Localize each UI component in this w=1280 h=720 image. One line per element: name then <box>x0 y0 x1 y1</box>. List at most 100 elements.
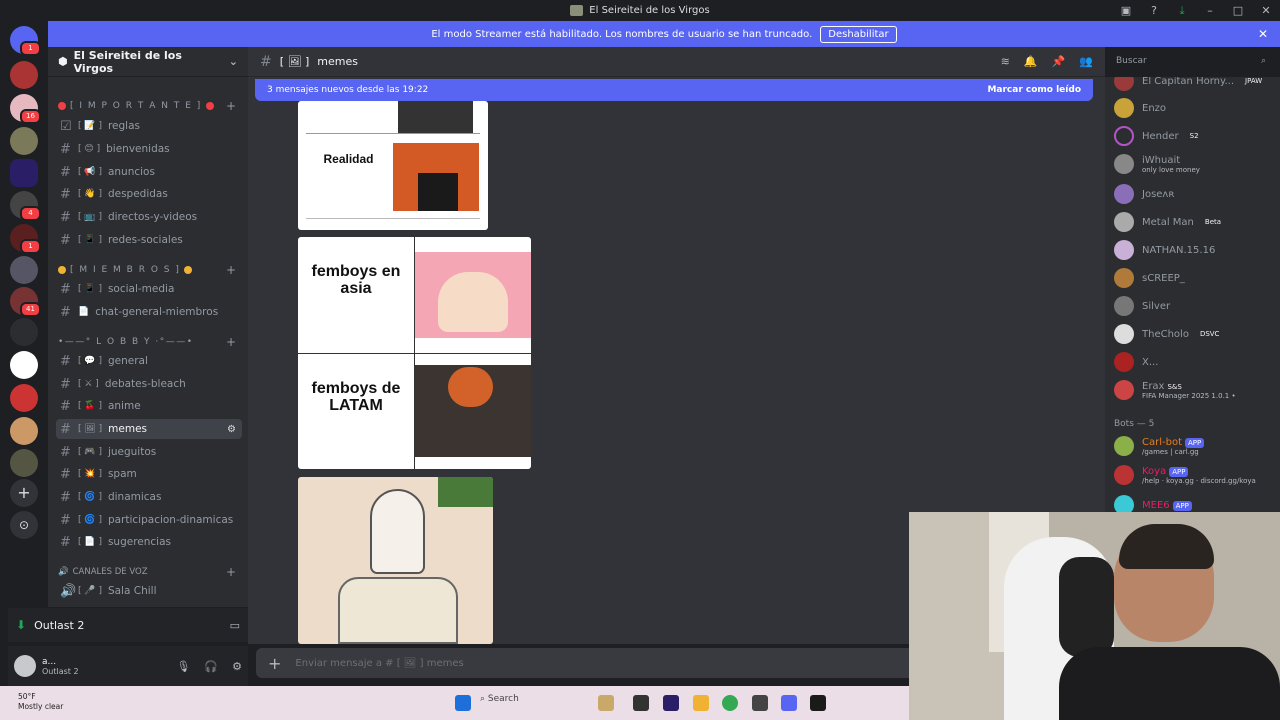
channel-social-media[interactable]: #[ 📱 ] social-media <box>56 279 242 299</box>
avatar[interactable] <box>14 655 36 677</box>
member-item[interactable]: Enzo <box>1114 98 1166 118</box>
minimize-button[interactable]: – <box>1196 4 1224 17</box>
weather-widget[interactable]: 50°F Mostly clear <box>18 692 63 712</box>
server-icon[interactable]: 16 <box>10 94 41 124</box>
screen-share-icon[interactable]: ▭ <box>230 619 240 632</box>
channel-directos-y-videos[interactable]: #[ 📺 ] directos-y-videos <box>56 207 242 227</box>
search-input[interactable]: Buscar ⌕ <box>1110 53 1272 71</box>
banner-text: El modo Streamer está habilitado. Los no… <box>431 28 813 40</box>
members-icon[interactable]: 👥 <box>1079 55 1093 68</box>
channel-dinamicas[interactable]: #[ 🌀 ] dinamicas <box>56 487 242 507</box>
channel-bienvenidas[interactable]: #[ 😊 ] bienvenidas <box>56 139 242 159</box>
channel-spam[interactable]: #[ 💥 ] spam <box>56 464 242 484</box>
inbox-icon[interactable]: ▣ <box>1112 4 1140 17</box>
server-header[interactable]: ⬢ El Seireitei de los Virgos ⌄ <box>48 47 248 77</box>
chrome-icon[interactable] <box>722 695 738 711</box>
member-item[interactable]: sCREEP_ <box>1114 268 1185 288</box>
category-miembros[interactable]: [ M I E M B R O S ] + <box>58 263 236 277</box>
channel-memes[interactable]: #[ 🖼 ] memes ⚙ <box>56 419 242 439</box>
meme-image[interactable]: femboys en asia femboys de LATAM <box>298 237 531 469</box>
category-importante[interactable]: [ I M P O R T A N T E ] + <box>58 99 236 113</box>
discover-icon[interactable]: ⊙ <box>10 511 38 539</box>
add-channel-icon[interactable]: + <box>226 565 236 579</box>
microphone-icon[interactable]: 🎙 <box>176 660 190 673</box>
close-icon[interactable]: ✕ <box>1258 27 1268 41</box>
channel-chat-general-miembros[interactable]: # 📄 chat-general-miembros <box>56 302 242 322</box>
gear-icon[interactable]: ⚙ <box>232 660 242 673</box>
threads-icon[interactable]: ≋ <box>1001 55 1010 68</box>
server-icon[interactable]: 4 <box>10 191 41 221</box>
add-channel-icon[interactable]: + <box>226 99 236 113</box>
channel-debates-bleach[interactable]: #[ ⚔ ] debates-bleach <box>56 374 242 394</box>
category-lobby[interactable]: •——° L O B B Y ·°——• + <box>58 335 236 349</box>
game-icon[interactable] <box>810 695 826 711</box>
member-item[interactable]: El Capitan Horny... JPAW <box>1114 77 1262 91</box>
server-icon[interactable] <box>10 61 38 89</box>
headphones-icon[interactable]: 🎧 <box>204 660 218 673</box>
channel-redes-sociales[interactable]: #[ 📱 ] redes-sociales <box>56 230 242 250</box>
server-icon[interactable] <box>10 318 38 346</box>
server-icon[interactable] <box>10 256 38 284</box>
bell-icon[interactable]: 🔔 <box>1024 55 1038 68</box>
server-icon[interactable] <box>10 384 38 412</box>
discord-home-icon[interactable]: 1 <box>10 26 41 56</box>
channel-anuncios[interactable]: #[ 📢 ] anuncios <box>56 162 242 182</box>
member-item[interactable]: Silver <box>1114 296 1170 316</box>
add-server-icon[interactable]: + <box>10 479 38 507</box>
member-item[interactable]: NATHAN.15.16 <box>1114 240 1215 260</box>
member-item[interactable]: Erax S&S FIFA Manager 2025 1.0.1 • <box>1114 380 1236 400</box>
download-icon[interactable]: ⤓ <box>1168 4 1196 18</box>
disable-streamer-button[interactable]: Deshabilitar <box>820 25 897 43</box>
channel-reglas[interactable]: ☑[ 📝 ] reglas <box>56 116 242 136</box>
task-view-icon[interactable] <box>633 695 649 711</box>
obs-icon[interactable] <box>752 695 768 711</box>
voice-channel-sala-chill[interactable]: 🔊[ 🎤 ] Sala Chill <box>56 581 242 601</box>
member-item[interactable]: TheCholo DSVC <box>1114 324 1219 344</box>
member-item[interactable]: Joseʌʀ <box>1114 184 1174 204</box>
hash-icon: # <box>60 534 71 550</box>
bot-item[interactable]: Carl-bot APP/games | carl.gg <box>1114 436 1205 456</box>
help-icon[interactable]: ? <box>1140 4 1168 17</box>
meme-caption-top: femboys en asia <box>311 263 401 297</box>
server-icon[interactable]: 41 <box>10 287 41 317</box>
server-icon[interactable] <box>10 159 38 187</box>
taskbar-search[interactable]: ⌕ Search <box>480 694 519 704</box>
member-item[interactable]: X... <box>1114 352 1158 372</box>
member-item[interactable]: Metal Man Beta <box>1114 212 1221 232</box>
search-icon: ⌕ <box>480 694 488 704</box>
mark-as-read-button[interactable]: Marcar como leído <box>987 85 1081 95</box>
hash-icon: # <box>60 353 71 369</box>
channel-despedidas[interactable]: #[ 👋 ] despedidas <box>56 184 242 204</box>
member-item[interactable]: Hender S2 <box>1114 126 1199 146</box>
pin-icon[interactable]: 📌 <box>1052 55 1066 68</box>
meme-image[interactable]: Realidad <box>298 101 488 230</box>
server-icon[interactable]: 1 <box>10 224 41 254</box>
server-icon[interactable] <box>10 417 38 445</box>
new-messages-bar[interactable]: 3 mensajes nuevos desde las 19:22 Marcar… <box>255 79 1093 101</box>
maximize-button[interactable]: □ <box>1224 4 1252 17</box>
server-icon[interactable] <box>10 351 38 379</box>
widget-icon[interactable] <box>598 695 614 711</box>
meme-caption: Realidad <box>323 152 374 166</box>
channel-general[interactable]: #[ 💬 ] general <box>56 351 242 371</box>
add-channel-icon[interactable]: + <box>226 335 236 349</box>
bot-item[interactable]: Koya APP/help · koya.gg · discord.gg/koya <box>1114 465 1256 485</box>
meme-image[interactable] <box>298 477 493 644</box>
add-channel-icon[interactable]: + <box>226 263 236 277</box>
premiere-icon[interactable] <box>663 695 679 711</box>
bot-item[interactable]: MEE6 APP <box>1114 495 1192 512</box>
discord-icon[interactable] <box>781 695 797 711</box>
close-window-button[interactable]: ✕ <box>1252 4 1280 17</box>
server-icon[interactable] <box>10 449 38 477</box>
start-icon[interactable] <box>455 695 471 711</box>
channel-jueguitos[interactable]: #[ 🎮 ] jueguitos <box>56 442 242 462</box>
category-canales-de-voz[interactable]: 🔊 CANALES DE VOZ + <box>58 565 236 579</box>
add-attachment-icon[interactable]: + <box>268 654 281 673</box>
channel-settings-icon[interactable]: ⚙ <box>227 424 236 435</box>
channel-participacion-dinamicas[interactable]: #[ 🌀 ] participacion-dinamicas <box>56 510 242 530</box>
channel-sugerencias[interactable]: #[ 📄 ] sugerencias <box>56 532 242 552</box>
channel-anime[interactable]: #[ 🍒 ] anime <box>56 396 242 416</box>
server-icon[interactable] <box>10 127 38 155</box>
member-item[interactable]: iWhuait only love money <box>1114 154 1200 174</box>
folder-icon[interactable] <box>693 695 709 711</box>
